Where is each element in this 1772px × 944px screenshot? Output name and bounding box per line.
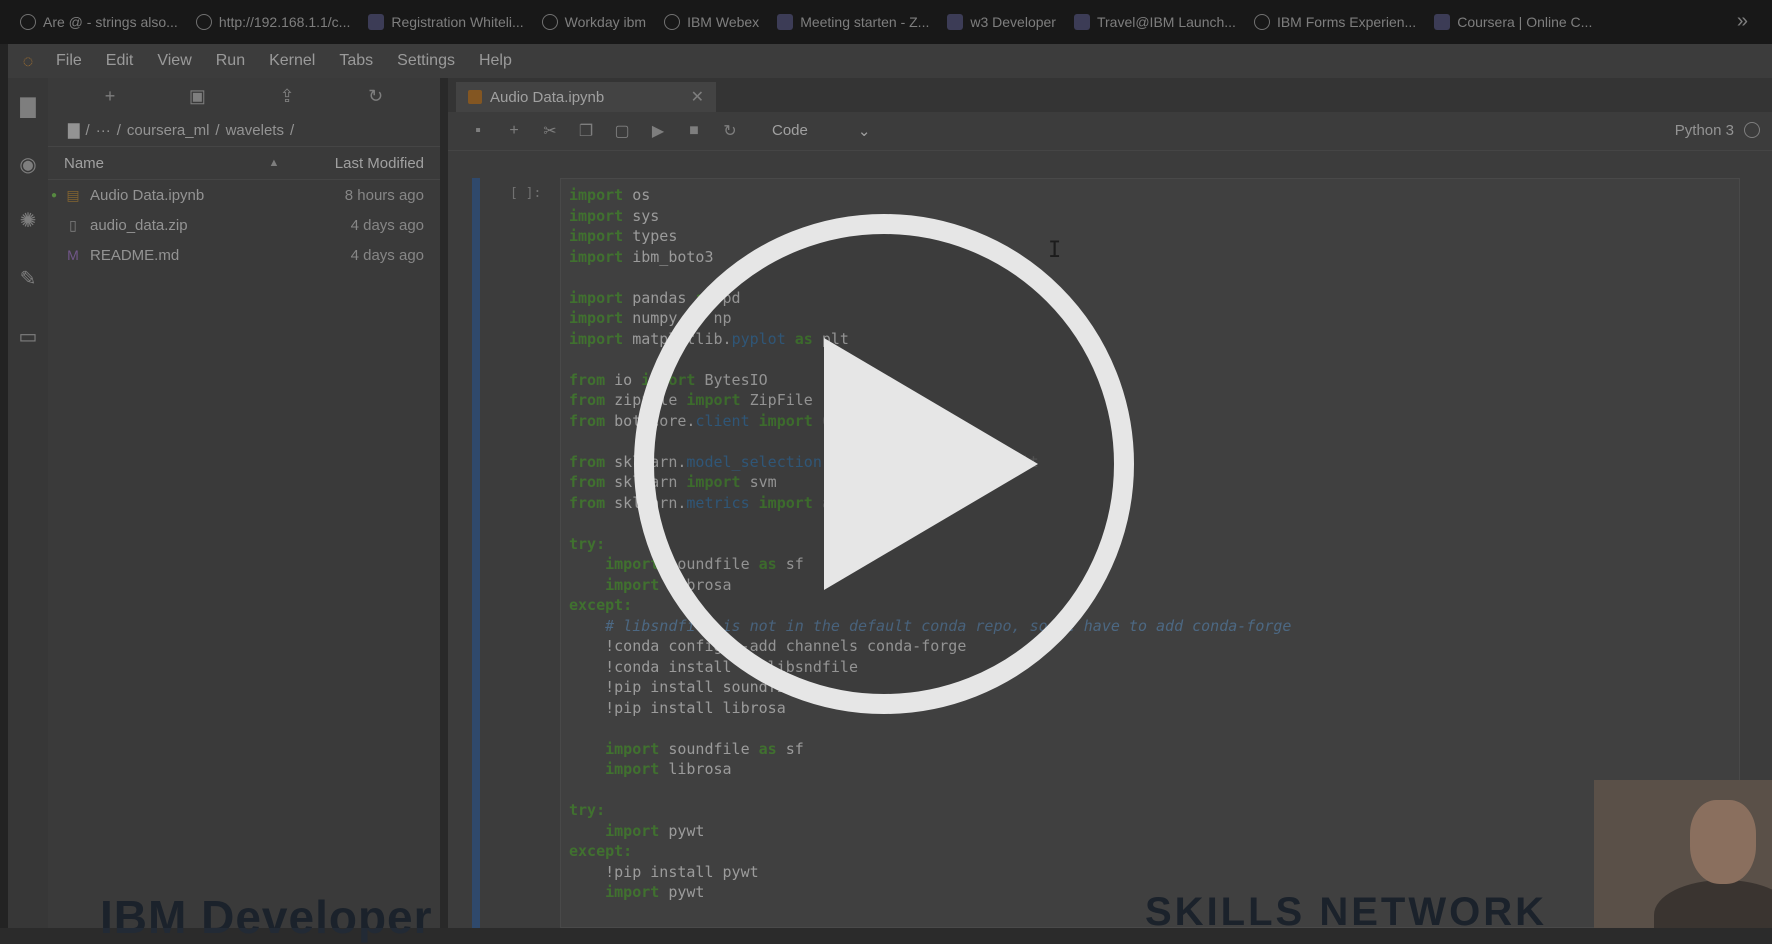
kernel-name[interactable]: Python 3 [1675, 122, 1734, 139]
file-icon: ▯ [69, 217, 77, 233]
bookmark[interactable]: Travel@IBM Launch... [1073, 14, 1236, 30]
bookmark[interactable]: Workday ibm [541, 14, 646, 30]
bookmark[interactable]: Registration Whiteli... [368, 14, 524, 30]
kernel-status-icon [1744, 122, 1760, 138]
new-launcher-icon[interactable]: + [105, 86, 116, 107]
file-browser: + ▣ ⇪ ↻ ▇ / ··· / coursera_ml / wavelets… [48, 78, 440, 928]
activity-bar: ▇ ◉ ✺ ✎ ▭ [8, 78, 48, 928]
tabs-icon[interactable]: ▭ [17, 326, 39, 348]
cell-collapser[interactable] [472, 178, 480, 928]
cell-prompt: [ ]: [510, 186, 542, 201]
globe-icon [1253, 14, 1270, 30]
tab-bar: Audio Data.ipynb ✕ [448, 78, 1772, 112]
column-last-modified[interactable]: Last Modified [294, 155, 440, 172]
zoom-icon [777, 14, 794, 30]
palette-icon[interactable]: ✺ [17, 210, 39, 232]
menu-help[interactable]: Help [479, 52, 512, 70]
menu-settings[interactable]: Settings [397, 52, 455, 70]
folder-icon[interactable]: ▇ [17, 96, 39, 118]
notebook-icon [468, 90, 482, 104]
panel-splitter[interactable] [440, 78, 448, 928]
skills-network-logo: SKILLS NETWORK [1145, 890, 1547, 934]
bookmark[interactable]: IBM Forms Experien... [1253, 14, 1416, 30]
breadcrumb-wavelets[interactable]: wavelets [226, 122, 284, 139]
webex-icon [664, 14, 681, 30]
file-browser-toolbar: + ▣ ⇪ ↻ [48, 78, 440, 114]
breadcrumb-ellipsis[interactable]: ··· [96, 122, 111, 139]
globe-icon [541, 14, 558, 30]
page-icon [368, 14, 385, 30]
file-row[interactable]: ▯ audio_data.zip 4 days ago [48, 210, 440, 240]
upload-icon[interactable]: ⇪ [279, 86, 294, 107]
presenter-shoulders [1654, 880, 1772, 928]
menu-file[interactable]: File [56, 52, 82, 70]
copy-icon[interactable]: ❐ [568, 121, 604, 141]
file-row[interactable]: M README.md 4 days ago [48, 240, 440, 270]
running-icon[interactable]: ◉ [17, 154, 39, 176]
bookmark[interactable]: http://192.168.1.1/c... [195, 14, 350, 30]
bookmark[interactable]: Coursera | Online C... [1434, 14, 1592, 30]
run-icon[interactable]: ▶ [640, 121, 676, 141]
folder-icon[interactable]: ▇ [68, 121, 80, 139]
menu-run[interactable]: Run [216, 52, 245, 70]
chevron-double-right-icon[interactable]: » [1737, 10, 1748, 33]
file-list-header: Name ▲ Last Modified [48, 146, 440, 180]
breadcrumb-coursera-ml[interactable]: coursera_ml [127, 122, 210, 139]
menu-tabs[interactable]: Tabs [339, 52, 373, 70]
file-row[interactable]: ● ▤ Audio Data.ipynb 8 hours ago [48, 180, 440, 210]
menu-edit[interactable]: Edit [106, 52, 134, 70]
restart-icon[interactable]: ↻ [712, 121, 748, 141]
close-icon[interactable]: ✕ [691, 87, 704, 107]
menu-view[interactable]: View [157, 52, 191, 70]
column-name[interactable]: Name [48, 155, 254, 172]
tab-audio-data[interactable]: Audio Data.ipynb ✕ [456, 82, 716, 112]
paste-icon[interactable]: ▢ [604, 121, 640, 141]
cell-type-select[interactable]: Code ⌄ [772, 122, 870, 140]
refresh-icon[interactable]: ↻ [368, 86, 383, 107]
sort-up-icon: ▲ [268, 157, 280, 169]
presenter-webcam [1594, 780, 1772, 928]
stop-icon[interactable]: ■ [676, 122, 712, 140]
presenter-face [1690, 800, 1756, 884]
chevron-down-icon: ⌄ [857, 123, 871, 140]
breadcrumb: ▇ / ··· / coursera_ml / wavelets / [68, 121, 295, 140]
globe-icon [20, 14, 36, 30]
bookmark[interactable]: Meeting starten - Z... [777, 14, 929, 30]
w3-icon [947, 14, 964, 30]
globe-icon [195, 14, 212, 30]
new-folder-icon[interactable]: ▣ [189, 86, 206, 107]
add-cell-icon[interactable]: + [496, 122, 532, 140]
cut-icon[interactable]: ✂ [532, 121, 568, 141]
save-icon[interactable]: ▪ [460, 122, 496, 140]
wrench-icon[interactable]: ✎ [17, 268, 39, 290]
menu-bar: ◌ File Edit View Run Kernel Tabs Setting… [8, 44, 1772, 78]
coursera-icon [1434, 14, 1451, 30]
w3-icon [1073, 14, 1090, 30]
notebook-icon: ▤ [66, 187, 80, 203]
markdown-icon: M [67, 247, 79, 263]
ibm-developer-logo: IBM Developer [100, 891, 433, 943]
jupyter-logo-icon: ◌ [22, 51, 34, 71]
bookmark[interactable]: IBM Webex [664, 14, 759, 30]
notebook-toolbar: ▪ + ✂ ❐ ▢ ▶ ■ ↻ Code ⌄ Python 3 [448, 112, 1772, 151]
bookmark[interactable]: w3 Developer [947, 14, 1056, 30]
running-indicator-icon: ● [50, 189, 58, 201]
play-button[interactable] [632, 212, 1136, 716]
bookmarks-bar: Are @ - strings also... http://192.168.1… [0, 0, 1772, 44]
menu-kernel[interactable]: Kernel [269, 52, 315, 70]
bookmark[interactable]: Are @ - strings also... [20, 14, 178, 30]
